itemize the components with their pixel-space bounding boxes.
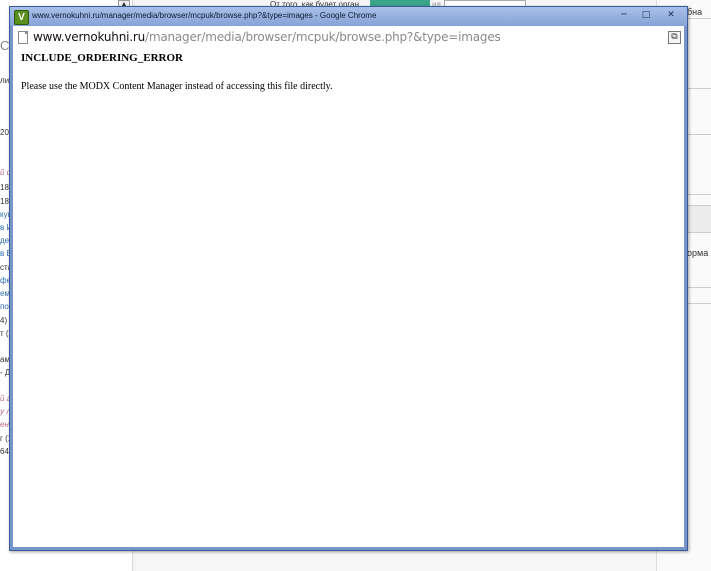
url-domain: www.vernokuhni.ru (33, 30, 145, 44)
window-titlebar[interactable]: V www.vernokuhni.ru/manager/media/browse… (10, 7, 687, 26)
error-title: INCLUDE_ORDERING_ERROR (21, 52, 183, 64)
url-path: /manager/media/browser/mcpuk/browse.php?… (145, 30, 501, 44)
maximize-button[interactable]: □ (637, 9, 655, 22)
app-icon: V (14, 10, 29, 25)
background-text-fragment: С (0, 38, 10, 53)
popup-expand-icon[interactable]: ⧉ (668, 31, 681, 44)
background-text-fragment: 4) (0, 316, 8, 325)
window-title: www.vernokuhni.ru/manager/media/browser/… (32, 11, 377, 20)
minimize-button[interactable]: ─ (615, 9, 633, 22)
popup-window: V www.vernokuhni.ru/manager/media/browse… (9, 6, 688, 551)
page-icon (18, 31, 28, 44)
close-button[interactable]: ✕ (659, 9, 683, 22)
url-text[interactable]: www.vernokuhni.ru/manager/media/browser/… (33, 30, 501, 44)
address-bar[interactable]: www.vernokuhni.ru/manager/media/browser/… (13, 26, 684, 49)
error-message: Please use the MODX Content Manager inst… (21, 81, 333, 92)
background-text-fragment: орма (687, 248, 709, 258)
background-text-fragment: бна (687, 7, 703, 17)
page-content: INCLUDE_ORDERING_ERROR Please use the MO… (13, 48, 684, 547)
background-text-fragment[interactable]: де (0, 236, 9, 245)
